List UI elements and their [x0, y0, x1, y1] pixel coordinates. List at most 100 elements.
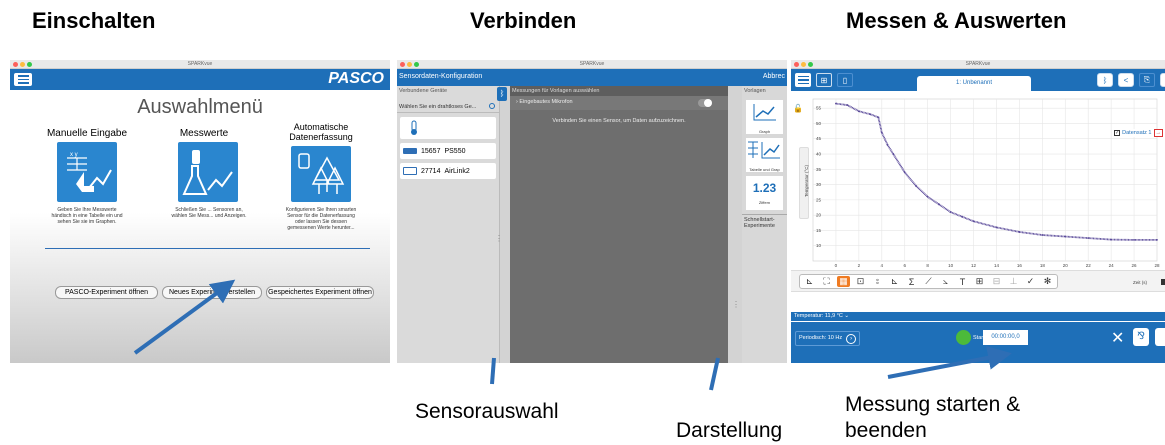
window-title: SPARKvue: [579, 61, 605, 67]
y-tick-label: 20: [816, 213, 822, 218]
option-title-auto-line1: Automatische: [293, 122, 349, 132]
auto-collection-tile[interactable]: [291, 146, 351, 202]
check-icon[interactable]: ✓: [1024, 276, 1037, 287]
template-graph[interactable]: Graph: [746, 100, 783, 134]
x-tick-label: 26: [1132, 263, 1138, 268]
minimize-window-icon[interactable]: [801, 62, 806, 67]
x-tick-label: 28: [1154, 263, 1160, 268]
close-window-icon[interactable]: [794, 62, 799, 67]
tools-icon[interactable]: ✕: [1111, 328, 1124, 348]
temperature-graph: 0 2 4 6 8 10 12 14 16 18 20 22 24 26 28101520253035404…: [804, 98, 1160, 268]
device-item-airlink2[interactable]: 27714 AirLink2: [400, 163, 496, 179]
annotation-icon[interactable]: T: [956, 277, 969, 287]
graph-type-icon[interactable]: ⊾: [803, 276, 816, 287]
y-tick-label: 15: [816, 228, 822, 233]
device-name: AirLink2: [444, 167, 470, 175]
devices-header: Verbundene Geräte: [399, 88, 448, 94]
open-pasco-experiment-button[interactable]: PASCO-Experiment öffnen: [55, 286, 158, 299]
axis-ticks: 0 2 4 6 8 10 12 14 16 18 20 22 24 26 28101520253035404…: [816, 106, 1160, 268]
caption-darstellung: Darstellung: [676, 419, 783, 442]
zoom-icon[interactable]: ⦂: [871, 276, 884, 287]
device-item-ps550[interactable]: 15657 PS550: [400, 143, 496, 159]
device-id: 27714: [421, 167, 441, 175]
add-plot-area-icon[interactable]: ⊞: [973, 276, 986, 287]
export-icon[interactable]: ⎘: [1139, 73, 1155, 87]
heading-verbinden: Verbinden: [470, 8, 577, 33]
zoom-window-icon[interactable]: [808, 62, 813, 67]
bluetooth-icon[interactable]: ᛒ: [497, 87, 507, 101]
curve-fit-icon[interactable]: ⟋: [922, 276, 935, 287]
y-tick-label: 40: [816, 152, 822, 157]
data-point: [1133, 239, 1135, 241]
close-window-icon[interactable]: [400, 62, 405, 67]
settings-icon[interactable]: ✻: [1041, 276, 1054, 287]
sampling-rate-control[interactable]: Periodisch: 10 Hz ›: [795, 331, 861, 346]
minimize-window-icon[interactable]: [20, 62, 25, 67]
legend[interactable]: ✓ Datensatz 1 →: [1114, 129, 1163, 137]
graph-tools-toolbar: ⊾ ⛶ ▦ ⊡ ⦂ ⊾ Σ ⟋ ⦣ T ⊞ ⊟ ⊥ ✓ ✻ Zeit (s): [791, 270, 1165, 292]
save-icon[interactable]: [1155, 328, 1165, 346]
delete-icon[interactable]: ⊥: [1007, 276, 1020, 287]
slope-icon[interactable]: ⦣: [939, 276, 952, 287]
add-page-icon[interactable]: ⊞: [816, 73, 832, 87]
cancel-button[interactable]: Abbrec: [763, 73, 785, 80]
column-resize-handle[interactable]: ⋮: [732, 300, 740, 309]
data-point: [915, 185, 918, 188]
template-table-graph[interactable]: Tabelle und Grap: [746, 138, 783, 172]
digits-sample: 1.23: [752, 181, 777, 195]
quickstart-label[interactable]: Schnellstart-Experimente: [742, 214, 787, 231]
axis-icon[interactable]: ⊾: [888, 276, 901, 287]
sensor-thermometer-item[interactable]: [400, 117, 496, 139]
data-point: [857, 110, 860, 113]
coordinates-icon[interactable]: ⊡: [854, 276, 867, 287]
statistics-icon[interactable]: Σ: [905, 277, 918, 287]
sensor-measurement-tile[interactable]: [178, 142, 238, 202]
share-icon[interactable]: <: [1118, 73, 1134, 87]
page-tab[interactable]: 1: Unbenannt: [917, 76, 1031, 91]
zoom-window-icon[interactable]: [27, 62, 32, 67]
minimize-window-icon[interactable]: [407, 62, 412, 67]
sensor-settings-icon[interactable]: ⅋: [1133, 328, 1149, 346]
file-icon[interactable]: ▯: [837, 73, 853, 87]
y-tick-label: 35: [816, 167, 822, 172]
option-title-manual: Manuelle Eingabe: [46, 128, 128, 139]
timer-display: 00:00:00,0: [983, 330, 1028, 345]
x-tick-label: 10: [948, 263, 954, 268]
new-experiment-button[interactable]: Neues Experiment erstellen: [162, 286, 262, 299]
mic-toggle[interactable]: [698, 99, 712, 107]
window-title: SPARKvue: [965, 61, 991, 67]
builtin-mic-row[interactable]: › Eingebautes Mikrofon: [510, 96, 728, 110]
config-title: Sensordaten-Konfiguration: [399, 73, 483, 80]
select-range-icon[interactable]: ▦: [837, 276, 850, 287]
add-y-axis-icon[interactable]: ⊟: [990, 276, 1003, 287]
manual-entry-tile[interactable]: x y: [57, 142, 117, 202]
top-toolbar: ⊞ ▯ 1: Unbenannt ᛒ < ⎘ ▪: [791, 69, 1165, 91]
template-label: Graph: [758, 129, 771, 134]
graph-area[interactable]: 🔓 0 2 4 6 8 10 12 14 16 18 20 22 24 26 28 10 15 20 25 30 35 4…: [791, 91, 1165, 269]
bluetooth-icon[interactable]: ᛒ: [1097, 73, 1113, 87]
caption-sensorauswahl: Sensorauswahl: [415, 400, 559, 423]
column-resize-handle[interactable]: ⋮: [495, 234, 503, 243]
y-tick-label: 55: [816, 106, 822, 111]
x-tick-label: 14: [994, 263, 1000, 268]
x-axis-handle[interactable]: [1161, 279, 1165, 285]
option-title-auto-line2: Datenerfassung: [289, 132, 353, 142]
x-tick-label: 16: [1017, 263, 1023, 268]
template-digits[interactable]: 1.23 Ziffern: [746, 176, 783, 210]
option-desc-auto: Konfigurieren Sie Ihren smarten Sensor f…: [285, 207, 357, 231]
more-icon[interactable]: ▪: [1160, 73, 1165, 87]
zoom-window-icon[interactable]: [414, 62, 419, 67]
live-readout-bar[interactable]: Temperatur: 11,9 °C ⌄: [791, 312, 1165, 321]
legend-checkbox[interactable]: ✓: [1114, 130, 1121, 136]
top-bar: PASCO: [10, 69, 390, 90]
timer-icon[interactable]: ›: [846, 333, 857, 344]
wireless-device-prompt[interactable]: Wählen Sie ein drahtloses Ge...: [397, 102, 499, 113]
close-window-icon[interactable]: [13, 62, 18, 67]
start-button[interactable]: Start: [956, 330, 985, 345]
heading-messen-auswerten: Messen & Auswerten: [846, 8, 1067, 33]
menu-icon[interactable]: [14, 73, 32, 86]
scale-to-fit-icon[interactable]: ⛶: [820, 276, 833, 287]
x-tick-label: 22: [1086, 263, 1092, 268]
menu-icon[interactable]: [795, 73, 811, 87]
open-saved-experiment-button[interactable]: Gespeichertes Experiment öffnen: [266, 286, 374, 299]
